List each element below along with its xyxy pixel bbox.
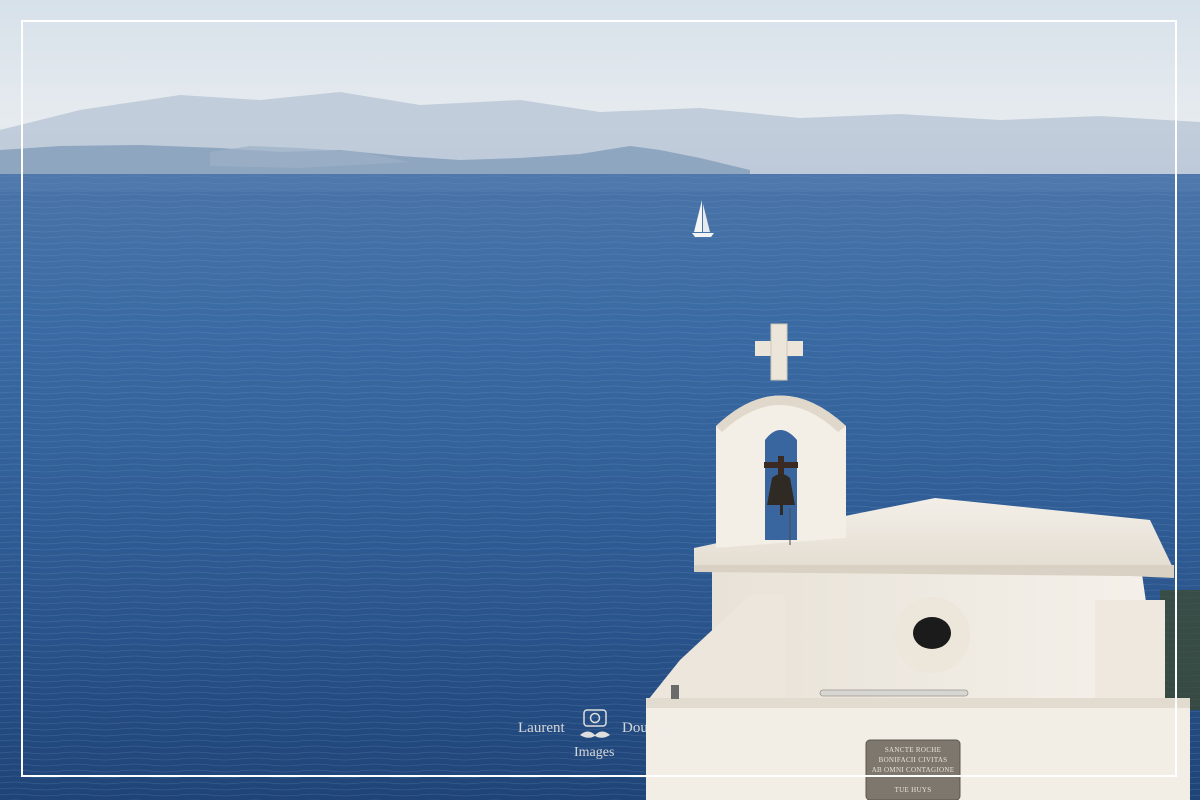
watermark-first-name: Laurent bbox=[518, 720, 565, 736]
watermark-subtitle: Images bbox=[574, 745, 614, 760]
plaque-line-4: TUE HUYS bbox=[895, 786, 932, 794]
plaque-line-2: BONIFACII CIVITAS bbox=[879, 756, 948, 764]
plaque-line-1: SANCTE ROCHE bbox=[885, 746, 941, 754]
watermark-last-name: Doussot bbox=[622, 720, 672, 736]
photo-frame: SANCTE ROCHE BONIFACII CIVITAS AB OMNI C… bbox=[0, 0, 1200, 800]
chapel-seascape-photo: SANCTE ROCHE BONIFACII CIVITAS AB OMNI C… bbox=[0, 0, 1200, 800]
plaque: SANCTE ROCHE BONIFACII CIVITAS AB OMNI C… bbox=[865, 739, 961, 800]
plaque-line-3: AB OMNI CONTAGIONE bbox=[872, 766, 955, 774]
